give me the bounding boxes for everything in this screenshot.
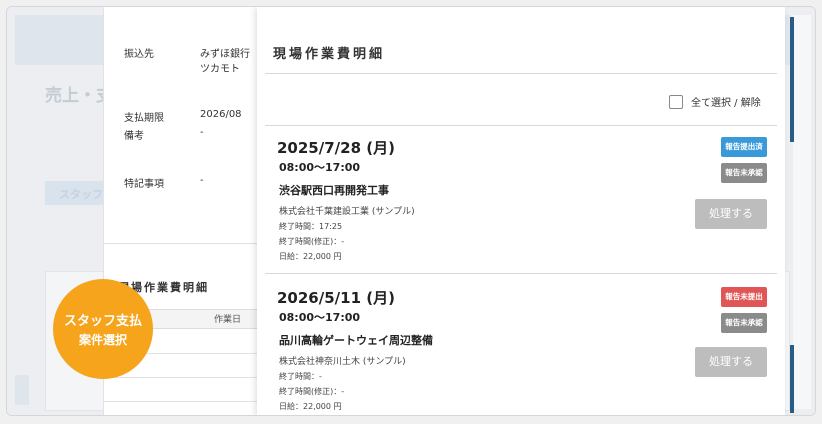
select-all-checkbox[interactable]	[669, 94, 683, 109]
due-label: 支払期限	[124, 113, 164, 124]
entry-site-name: 渋谷駅西口再開発工事	[279, 184, 389, 197]
special-label: 特記事項	[124, 179, 164, 190]
entry-end-time-fixed: 終了時間(修正)：-	[279, 237, 345, 246]
callout-badge: スタッフ支払 案件選択	[53, 279, 153, 379]
callout-line1: スタッフ支払	[63, 314, 142, 329]
divider	[265, 125, 777, 126]
entry-time: 08:00〜17:00	[279, 161, 361, 174]
entry-site-name: 品川高輪ゲートウェイ周辺整備	[279, 334, 433, 347]
select-all-toggle[interactable]: 全て選択 / 解除	[669, 94, 761, 109]
scrollbar-thumb[interactable]	[790, 345, 794, 413]
divider	[265, 273, 777, 274]
entry-time: 08:00〜17:00	[279, 311, 361, 324]
scrollbar-thumb[interactable]	[790, 17, 794, 142]
entry-company: 株式会社神奈川土木 (サンプル)	[279, 357, 406, 367]
status-badge-submitted[interactable]: 報告提出済	[721, 137, 767, 157]
callout-line2: 案件選択	[78, 333, 127, 347]
status-badge-unapproved[interactable]: 報告未承認	[721, 163, 767, 183]
special-value: -	[200, 175, 204, 186]
table-header-date: 作業日	[214, 315, 242, 325]
divider	[265, 73, 777, 74]
transfer-label: 振込先	[124, 49, 154, 60]
background-right-column	[793, 15, 811, 409]
select-all-label: 全て選択 / 解除	[691, 98, 761, 109]
status-badge-not-submitted[interactable]: 報告未提出	[721, 287, 767, 307]
due-value: 2026/08	[200, 109, 242, 120]
entry-daily-wage: 日給：22,000 円	[279, 252, 342, 261]
entry-end-time: 終了時間：-	[279, 372, 322, 381]
background-strip	[15, 375, 29, 405]
entry-end-time: 終了時間：17:25	[279, 222, 343, 231]
process-button[interactable]: 処理する	[695, 199, 767, 229]
site-work-detail-modal: 現場作業費明細 全て選択 / 解除 2025/7/28 (月) 08:00〜17…	[257, 7, 785, 415]
entry-company: 株式会社千葉建設工業 (サンプル)	[279, 207, 415, 217]
transfer-value-kana: ツカモト	[200, 64, 240, 75]
status-badge-unapproved[interactable]: 報告未承認	[721, 313, 767, 333]
modal-title: 現場作業費明細	[273, 47, 386, 62]
note-label: 備考	[124, 131, 144, 142]
entry-date: 2025/7/28 (月)	[277, 139, 395, 157]
note-value: -	[200, 127, 204, 138]
process-button[interactable]: 処理する	[695, 347, 767, 377]
transfer-value: みずほ銀行	[200, 49, 250, 60]
entry-end-time-fixed: 終了時間(修正)：-	[279, 387, 345, 396]
screenshot-frame: 売上・支 スタッフ 振込先 みずほ銀行 ツカモト 支払期限 2026/08 備考…	[6, 6, 816, 416]
entry-date: 2026/5/11 (月)	[277, 289, 395, 307]
entry-daily-wage: 日給：22,000 円	[279, 402, 342, 411]
